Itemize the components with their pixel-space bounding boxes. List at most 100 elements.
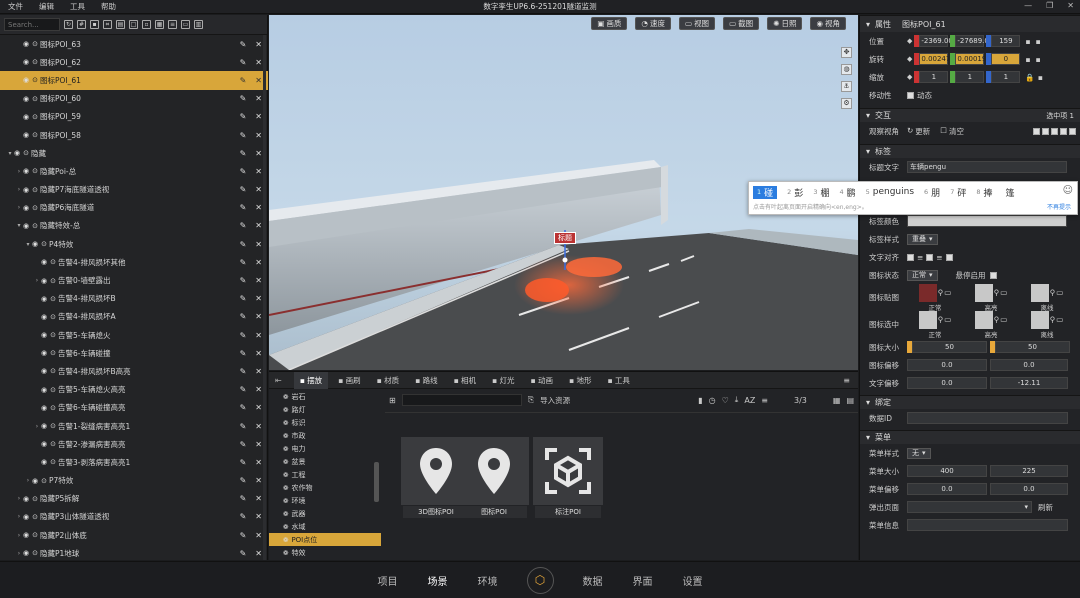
edit-icon[interactable]: ✎ [240, 549, 247, 558]
edit-icon[interactable]: ✎ [240, 240, 247, 249]
edit-icon[interactable]: ✎ [240, 494, 247, 503]
dock-tab-0[interactable]: ▪ 摆放 [293, 371, 329, 389]
ime-candidate[interactable]: 7砰 [950, 186, 966, 199]
delete-icon[interactable]: ✕ [255, 494, 262, 503]
delete-icon[interactable]: ✕ [255, 131, 262, 140]
chevron-right-icon[interactable]: › [15, 168, 23, 175]
trash-icon[interactable]: ▮ [698, 396, 702, 405]
edit-icon[interactable]: ✎ [240, 203, 247, 212]
tree-row[interactable]: ◉ ⊙ 告警5-车辆熄火 ✎ ✕ [0, 326, 268, 344]
tree-row[interactable]: › ◉ ⊙ 隐藏P2山体底 ✎ ✕ [0, 526, 268, 544]
edit-icon[interactable]: ✎ [240, 185, 247, 194]
tree-row[interactable]: ◉ ⊙ 告警4-排风损坏A ✎ ✕ [0, 308, 268, 326]
tree-row[interactable]: ▾ ◉ ⊙ P4特效 ✎ ✕ [0, 235, 268, 253]
collapse-icon[interactable]: ▾ [866, 111, 870, 120]
bottom-nav-item[interactable]: 数据 [568, 573, 618, 588]
edit-icon[interactable]: ✎ [240, 167, 247, 176]
rotation-y-field[interactable]: 0.000191 [955, 53, 991, 65]
bottom-nav-item[interactable]: 场景 [413, 573, 463, 588]
visibility-eye-icon[interactable]: ◉ [41, 404, 47, 412]
tree-row[interactable]: ◉ ⊙ 图标POI_61 ✎ ✕ [0, 71, 268, 90]
delete-icon[interactable]: ✕ [255, 240, 262, 249]
ime-candidate[interactable]: 篷 [1003, 186, 1015, 199]
visibility-eye-icon[interactable]: ◉ [23, 76, 29, 84]
reset-icon[interactable]: ▪ [1025, 37, 1030, 46]
visibility-eye-icon[interactable]: ◉ [23, 222, 29, 230]
category-item[interactable]: ❁ 工程 [269, 468, 381, 481]
tree-row[interactable]: › ◉ ⊙ 隐藏P6海底隧道 ✎ ✕ [0, 199, 268, 217]
tree-row[interactable]: ◉ ⊙ 告警5-车辆熄火高亮 ✎ ✕ [0, 381, 268, 399]
emoji-icon[interactable]: ☺ [1063, 185, 1073, 196]
globe-icon[interactable]: ◍ [841, 64, 852, 75]
tree-row[interactable]: ◉ ⊙ 告警4-排风损坏其他 ✎ ✕ [0, 253, 268, 271]
category-item[interactable]: ❁ 市政 [269, 429, 381, 442]
text-offset-x-field[interactable]: 0.0 [907, 377, 987, 389]
delete-icon[interactable]: ✕ [255, 349, 262, 358]
tree-row[interactable]: ◉ ⊙ 图标POI_58 ✎ ✕ [0, 126, 268, 144]
image-icon[interactable]: ▪ [90, 20, 99, 29]
edit-icon[interactable]: ✎ [240, 221, 247, 230]
scale-x-field[interactable]: 1 [919, 71, 949, 83]
delete-icon[interactable]: ✕ [255, 221, 262, 230]
menu-offset-y-field[interactable]: 0.0 [990, 483, 1068, 495]
delete-icon[interactable]: ✕ [255, 203, 262, 212]
folder-icon[interactable]: ▭ [1000, 315, 1007, 324]
position-y-field[interactable]: -27689.00 [955, 35, 993, 47]
popup-page-select[interactable]: ▾ [907, 501, 1032, 513]
align-left-checkbox[interactable] [907, 253, 914, 261]
title-text-input[interactable]: 车辆pengu [907, 161, 1067, 173]
visibility-eye-icon[interactable]: ◉ [23, 40, 29, 48]
visibility-eye-icon[interactable]: ◉ [14, 149, 20, 157]
visibility-eye-icon[interactable]: ◉ [23, 495, 29, 503]
visibility-eye-icon[interactable]: ◉ [41, 422, 47, 430]
delete-icon[interactable]: ✕ [255, 294, 262, 303]
delete-icon[interactable]: ✕ [255, 403, 262, 412]
category-item[interactable]: ❁ 盆景 [269, 455, 381, 468]
folder-icon[interactable]: ▭ [181, 20, 190, 29]
edit-icon[interactable]: ✎ [240, 367, 247, 376]
ime-candidate[interactable]: 5 penguins [866, 187, 914, 197]
folder-icon[interactable]: ▭ [1056, 288, 1063, 297]
category-item[interactable]: ❁ POI点位 [269, 533, 381, 546]
chevron-down-icon[interactable]: ▾ [24, 241, 32, 248]
outliner-scrollbar[interactable] [263, 35, 266, 560]
folder-icon[interactable]: ▭ [944, 288, 951, 297]
folder-icon[interactable]: ▭ [1000, 288, 1007, 297]
category-item[interactable]: ❁ 电力 [269, 442, 381, 455]
update-button[interactable]: ↻ 更新 [907, 126, 930, 137]
icon-size-height-field[interactable]: 50 [995, 341, 1070, 353]
chevron-right-icon[interactable]: › [15, 204, 23, 211]
asset-filter-icon[interactable]: ⊞ [389, 396, 396, 405]
interact-section[interactable]: ▾ 交互 选中项 1 [860, 108, 1080, 122]
category-item[interactable]: ❁ 环境 [269, 494, 381, 507]
edit-icon[interactable]: ✎ [240, 531, 247, 540]
tree-row[interactable]: ◉ ⊙ 告警2-渗漏病害高亮 ✎ ✕ [0, 435, 268, 453]
visibility-eye-icon[interactable]: ◉ [32, 240, 38, 248]
visibility-eye-icon[interactable]: ◉ [23, 131, 29, 139]
delete-icon[interactable]: ✕ [255, 112, 262, 121]
viewport-button-1[interactable]: ◔ 速度 [635, 17, 671, 30]
tree-row[interactable]: › ◉ ⊙ P7特效 ✎ ✕ [0, 472, 268, 490]
position-x-field[interactable]: -2369.00 [919, 35, 953, 47]
label-color-swatch[interactable] [907, 215, 1067, 227]
viewport-button-5[interactable]: ◉ 视角 [810, 17, 846, 30]
visibility-eye-icon[interactable]: ◉ [41, 313, 47, 321]
chevron-down-icon[interactable]: ▾ [6, 150, 14, 157]
data-id-input[interactable] [907, 412, 1068, 424]
bind-section[interactable]: ▾ 绑定 [860, 395, 1080, 409]
edit-icon[interactable]: ✎ [240, 258, 247, 267]
viewport-button-0[interactable]: ▣ 画质 [591, 17, 628, 30]
delete-icon[interactable]: ✕ [255, 440, 262, 449]
category-item[interactable]: ❁ 特效 [269, 546, 381, 559]
dock-tab-6[interactable]: ▪ 动画 [525, 372, 559, 389]
delete-icon[interactable]: ✕ [255, 385, 262, 394]
select-offline-thumb[interactable] [1030, 310, 1049, 329]
visibility-eye-icon[interactable]: ◉ [23, 204, 29, 212]
dock-tab-1[interactable]: ▪ 画刷 [332, 372, 366, 389]
menu-edit[interactable]: 编辑 [31, 1, 62, 12]
rotation-z-field[interactable]: 0 [991, 53, 1021, 65]
tree-row[interactable]: ◉ ⊙ 图标POI_62 ✎ ✕ [0, 53, 268, 71]
option-checkbox[interactable] [1033, 127, 1040, 135]
chevron-down-icon[interactable]: ▾ [15, 222, 23, 229]
category-item[interactable]: ❁ 岩石 [269, 390, 381, 403]
